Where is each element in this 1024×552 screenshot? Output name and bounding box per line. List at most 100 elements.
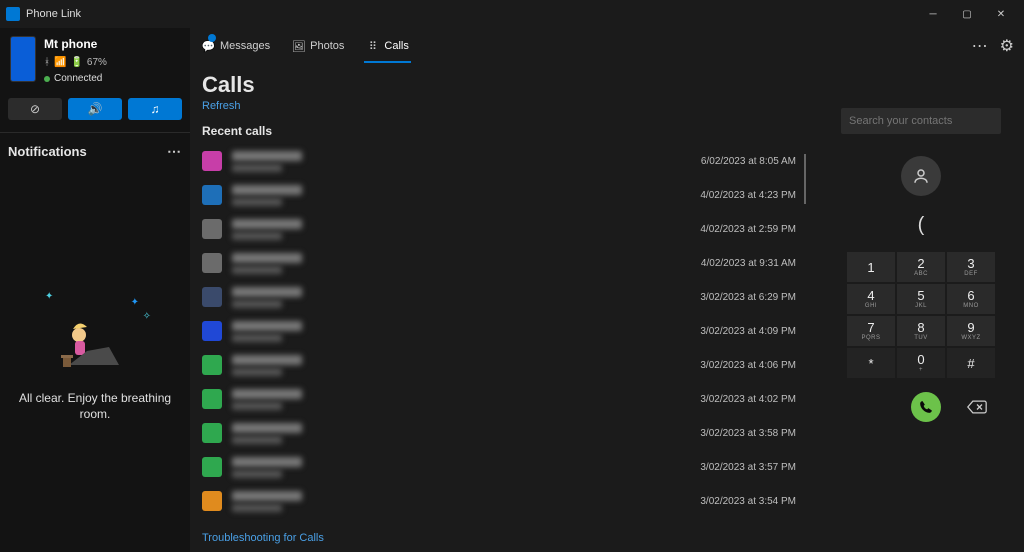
sidebar: Mt phone ᚼ 📶 🔋 67% Connected ⊘ 🔊 ♫ Notif… (0, 28, 190, 552)
call-name (232, 287, 302, 297)
device-meta: ᚼ 📶 🔋 67% (44, 56, 107, 70)
notifications-more-button[interactable]: ⋯ (167, 143, 182, 160)
battery-icon: 🔋 (70, 56, 82, 70)
call-name (232, 321, 302, 331)
call-button[interactable] (911, 392, 941, 422)
call-avatar (202, 151, 222, 171)
call-time: 4/02/2023 at 9:31 AM (701, 258, 806, 269)
maximize-button[interactable]: ▢ (950, 0, 984, 28)
call-time: 6/02/2023 at 8:05 AM (701, 156, 806, 167)
call-sub (232, 164, 282, 172)
call-time: 3/02/2023 at 4:06 PM (700, 360, 806, 371)
call-sub (232, 334, 282, 342)
call-avatar (202, 185, 222, 205)
tab-photos[interactable]: 🖼 Photos (290, 36, 346, 57)
notifications-heading: Notifications (8, 144, 87, 159)
key-7[interactable]: 7PQRS (847, 316, 895, 346)
call-time: 4/02/2023 at 4:23 PM (700, 190, 806, 201)
call-time: 3/02/2023 at 3:54 PM (700, 496, 806, 507)
key-9[interactable]: 9WXYZ (947, 316, 995, 346)
tab-messages[interactable]: 💬 Messages (200, 36, 272, 57)
call-name (232, 355, 302, 365)
music-button[interactable]: ♫ (128, 98, 182, 120)
call-name (232, 457, 302, 467)
scrollbar[interactable] (804, 154, 806, 204)
device-image (10, 36, 36, 82)
call-row[interactable]: 4/02/2023 at 4:23 PM (202, 178, 806, 212)
call-row[interactable]: 4/02/2023 at 9:31 AM (202, 246, 806, 280)
app-icon (6, 7, 20, 21)
tab-calls-label: Calls (384, 40, 408, 52)
key-0[interactable]: 0+ (897, 348, 945, 378)
call-row[interactable]: 3/02/2023 at 4:02 PM (202, 382, 806, 416)
call-sub (232, 232, 282, 240)
tab-messages-label: Messages (220, 40, 270, 52)
call-sub (232, 436, 282, 444)
call-row[interactable]: 4/02/2023 at 2:59 PM (202, 212, 806, 246)
key-2[interactable]: 2ABC (897, 252, 945, 282)
dial-display: ( (830, 214, 1012, 238)
device-card[interactable]: Mt phone ᚼ 📶 🔋 67% Connected (8, 32, 182, 94)
call-sub (232, 198, 282, 206)
calls-icon: ⠿ (366, 40, 379, 53)
call-time: 3/02/2023 at 4:02 PM (700, 394, 806, 405)
battery-percent: 67% (87, 56, 107, 70)
messages-badge (208, 34, 216, 42)
settings-icon[interactable]: ⚙ (1000, 36, 1014, 56)
call-time: 3/02/2023 at 3:58 PM (700, 428, 806, 439)
key-3[interactable]: 3DEF (947, 252, 995, 282)
call-row[interactable]: 3/02/2023 at 3:57 PM (202, 450, 806, 484)
call-row[interactable]: 3/02/2023 at 3:54 PM (202, 484, 806, 518)
close-button[interactable]: ✕ (984, 0, 1018, 28)
call-sub (232, 368, 282, 376)
call-name (232, 253, 302, 263)
key-4[interactable]: 4GHI (847, 284, 895, 314)
backspace-button[interactable] (967, 400, 987, 414)
key-1[interactable]: 1 (847, 252, 895, 282)
call-time: 4/02/2023 at 2:59 PM (700, 224, 806, 235)
recent-calls-header: Recent calls (202, 124, 806, 138)
key-5[interactable]: 5JKL (897, 284, 945, 314)
empty-illustration: ✦ ✦ ✧ (35, 291, 155, 381)
tab-calls[interactable]: ⠿ Calls (364, 36, 410, 57)
dial-keypad: 12ABC3DEF 4GHI5JKL6MNO 7PQRS8TUV9WXYZ *0+# (830, 252, 1012, 378)
status-dot-icon (44, 76, 50, 82)
key-*[interactable]: * (847, 348, 895, 378)
call-avatar (202, 389, 222, 409)
key-#[interactable]: # (947, 348, 995, 378)
call-sub (232, 266, 282, 274)
call-row[interactable]: 6/02/2023 at 8:05 AM (202, 144, 806, 178)
call-row[interactable]: 3/02/2023 at 3:58 PM (202, 416, 806, 450)
app-title: Phone Link (26, 8, 81, 20)
call-time: 3/02/2023 at 4:09 PM (700, 326, 806, 337)
search-contacts-input[interactable] (841, 108, 1001, 134)
call-sub (232, 504, 282, 512)
dialer-panel: ( 12ABC3DEF 4GHI5JKL6MNO 7PQRS8TUV9WXYZ *0+… (818, 64, 1024, 552)
device-name: Mt phone (44, 36, 107, 53)
key-8[interactable]: 8TUV (897, 316, 945, 346)
refresh-link[interactable]: Refresh (202, 100, 806, 112)
troubleshoot-link[interactable]: Troubleshooting for Calls (202, 526, 806, 552)
photos-icon: 🖼 (292, 40, 305, 53)
minimize-button[interactable]: ─ (916, 0, 950, 28)
call-time: 3/02/2023 at 3:57 PM (700, 462, 806, 473)
call-avatar (202, 253, 222, 273)
key-6[interactable]: 6MNO (947, 284, 995, 314)
call-name (232, 491, 302, 501)
audio-button[interactable]: 🔊 (68, 98, 122, 120)
call-name (232, 185, 302, 195)
call-row[interactable]: 3/02/2023 at 4:06 PM (202, 348, 806, 382)
call-avatar (202, 491, 222, 511)
more-menu-button[interactable]: ⋯ (972, 36, 988, 56)
call-avatar (202, 287, 222, 307)
call-name (232, 423, 302, 433)
call-time: 3/02/2023 at 6:29 PM (700, 292, 806, 303)
dnd-button[interactable]: ⊘ (8, 98, 62, 120)
call-row[interactable]: 3/02/2023 at 6:29 PM (202, 280, 806, 314)
empty-message: All clear. Enjoy the breathing room. (16, 391, 174, 422)
wifi-icon: 📶 (54, 56, 66, 70)
call-row[interactable]: 3/02/2023 at 4:09 PM (202, 314, 806, 348)
page-title: Calls (202, 72, 806, 98)
call-name (232, 389, 302, 399)
call-sub (232, 470, 282, 478)
